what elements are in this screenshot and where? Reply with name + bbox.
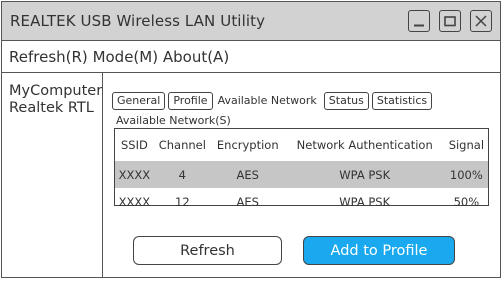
tab-available-network[interactable]: Available Network [215, 93, 321, 109]
column-ssid[interactable]: SSID [115, 129, 154, 161]
tree-item-adapter[interactable]: Realtek RTL [9, 100, 102, 117]
maximize-button[interactable] [439, 10, 461, 32]
close-button[interactable] [470, 10, 492, 32]
device-tree: MyComputer Realtek RTL [2, 73, 103, 278]
refresh-button[interactable]: Refresh [133, 236, 282, 265]
network-table: SSID Channel Encryption Network Authenti… [115, 129, 488, 215]
tab-general[interactable]: General [112, 92, 166, 110]
menu-refresh[interactable]: Refresh(R) [9, 48, 88, 66]
app-window: REALTEK USB Wireless LAN Utility Refresh… [1, 1, 501, 278]
close-icon [475, 15, 487, 27]
column-signal[interactable]: Signal [445, 129, 488, 161]
cell-encryption: AES [236, 194, 259, 209]
available-networks-label: Available Network(S) [116, 114, 231, 127]
table-row[interactable]: XXXX 12 AES WPA PSK 50% [115, 188, 488, 215]
tab-bar: General Profile Available Network Status… [112, 92, 435, 110]
maximize-icon [444, 16, 456, 27]
cell-encryption: AES [210, 161, 285, 188]
menu-about[interactable]: About(A) [163, 48, 229, 66]
cell-ssid: XXXX [118, 194, 151, 209]
tab-profile[interactable]: Profile [168, 92, 213, 110]
minimize-icon [414, 24, 424, 27]
column-channel[interactable]: Channel [154, 129, 211, 161]
cell-ssid: XXXX [115, 161, 154, 188]
cell-signal: 100% [444, 161, 488, 188]
minimize-button[interactable] [408, 10, 430, 32]
content-area: MyComputer Realtek RTL General Profile A… [2, 73, 500, 278]
title-bar: REALTEK USB Wireless LAN Utility [2, 2, 500, 41]
window-controls [408, 10, 492, 32]
column-encryption[interactable]: Encryption [211, 129, 285, 161]
tab-statistics[interactable]: Statistics [371, 92, 433, 110]
menu-bar: Refresh(R) Mode(M) About(A) [2, 41, 500, 73]
cell-signal: 50% [453, 194, 480, 209]
network-list: SSID Channel Encryption Network Authenti… [114, 128, 489, 209]
table-header: SSID Channel Encryption Network Authenti… [115, 129, 488, 161]
window-title: REALTEK USB Wireless LAN Utility [10, 12, 266, 30]
add-to-profile-button[interactable]: Add to Profile [303, 236, 455, 265]
tab-status[interactable]: Status [323, 92, 369, 110]
menu-mode[interactable]: Mode(M) [93, 48, 159, 66]
cell-auth: WPA PSK [339, 194, 391, 209]
column-auth[interactable]: Network Authentication [285, 129, 445, 161]
table-row[interactable]: XXXX 4 AES WPA PSK 100% [115, 161, 488, 188]
main-panel: General Profile Available Network Status… [103, 73, 500, 278]
cell-auth: WPA PSK [284, 161, 445, 188]
cell-channel: 4 [153, 161, 211, 188]
cell-channel: 12 [175, 194, 190, 209]
tree-item-computer[interactable]: MyComputer [9, 83, 102, 100]
